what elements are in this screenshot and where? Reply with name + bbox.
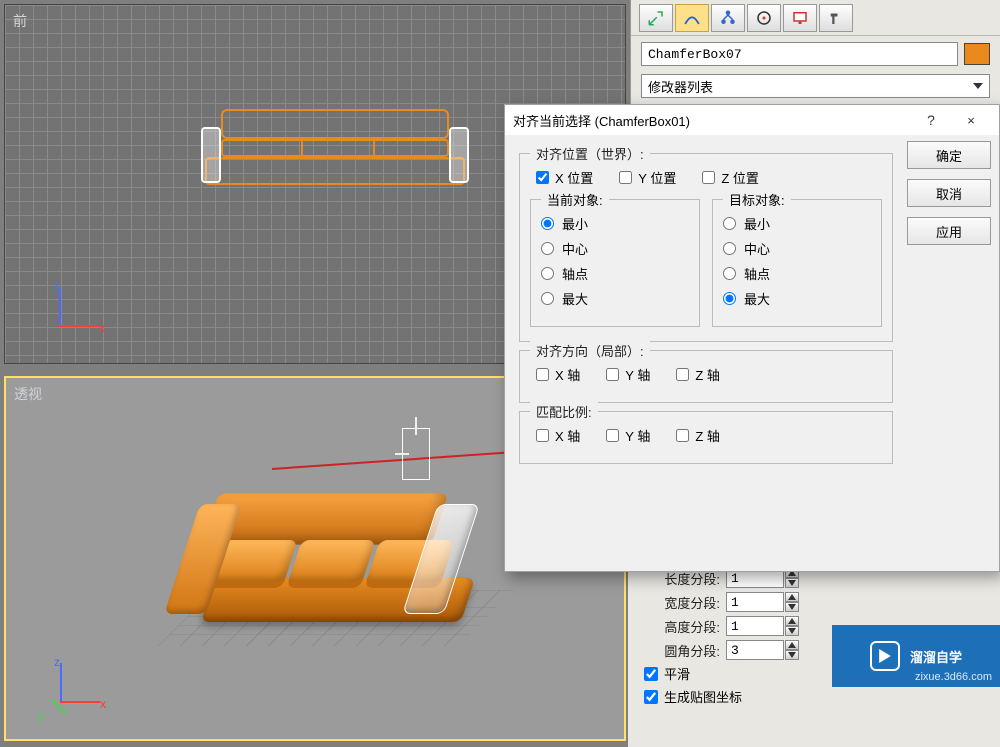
target-center[interactable]: 中心: [723, 239, 871, 258]
spin-down-icon[interactable]: [785, 626, 799, 636]
watermark-text: 溜溜自学: [910, 647, 962, 666]
motion-icon: [755, 9, 773, 27]
height-seg-spinner[interactable]: [726, 616, 799, 636]
arrow-icon: [647, 9, 665, 27]
spin-up-icon[interactable]: [785, 616, 799, 626]
axis-gizmo-persp: z x y: [32, 657, 92, 717]
orient-x[interactable]: X 轴: [536, 365, 580, 384]
sofa-wireframe: [205, 109, 465, 187]
viewport-label-persp: 透视: [14, 384, 42, 404]
spin-up-icon[interactable]: [785, 592, 799, 602]
ok-button[interactable]: 确定: [907, 141, 991, 169]
watermark-sub: zixue.3d66.com: [915, 671, 992, 683]
height-seg-input[interactable]: [726, 616, 784, 636]
spin-down-icon[interactable]: [785, 578, 799, 588]
orient-z[interactable]: Z 轴: [676, 365, 720, 384]
orient-y[interactable]: Y 轴: [606, 365, 650, 384]
dialog-title: 对齐当前选择 (ChamferBox01): [513, 111, 911, 130]
width-seg-input[interactable]: [726, 592, 784, 612]
fillet-seg-input[interactable]: [726, 640, 784, 660]
current-max[interactable]: 最大: [541, 289, 689, 308]
spin-up-icon[interactable]: [785, 640, 799, 650]
object-name-input[interactable]: [641, 42, 958, 66]
target-pivot[interactable]: 轴点: [723, 264, 871, 283]
scale-y[interactable]: Y 轴: [606, 426, 650, 445]
tab-motion[interactable]: [747, 4, 781, 32]
watermark: 溜溜自学 zixue.3d66.com: [832, 625, 1000, 687]
modifier-list-combo[interactable]: 修改器列表: [641, 74, 990, 98]
current-min[interactable]: 最小: [541, 214, 689, 233]
arc-icon: [683, 9, 701, 27]
dialog-help-button[interactable]: ?: [911, 106, 951, 134]
group-orient-legend: 对齐方向（局部）:: [530, 341, 650, 360]
viewport-label-front: 前: [13, 11, 27, 31]
align-dialog: 对齐当前选择 (ChamferBox01) ? × 确定 取消 应用 对齐位置（…: [504, 104, 1000, 572]
scale-z[interactable]: Z 轴: [676, 426, 720, 445]
hierarchy-icon: [719, 9, 737, 27]
spin-down-icon[interactable]: [785, 602, 799, 612]
tab-create[interactable]: [639, 4, 673, 32]
current-pivot[interactable]: 轴点: [541, 264, 689, 283]
command-panel-tabs: [631, 0, 1000, 36]
tab-modify[interactable]: [675, 4, 709, 32]
close-icon: ×: [967, 113, 975, 128]
cancel-button[interactable]: 取消: [907, 179, 991, 207]
target-min[interactable]: 最小: [723, 214, 871, 233]
smooth-checkbox[interactable]: [644, 667, 658, 681]
sofa-3d: [186, 448, 506, 668]
height-seg-label: 高度分段:: [638, 617, 720, 636]
scale-x[interactable]: X 轴: [536, 426, 580, 445]
width-seg-label: 宽度分段:: [638, 593, 720, 612]
fillet-seg-spinner[interactable]: [726, 640, 799, 660]
dialog-titlebar[interactable]: 对齐当前选择 (ChamferBox01) ? ×: [505, 105, 999, 135]
tab-utilities[interactable]: [819, 4, 853, 32]
ypos-check[interactable]: Y 位置: [619, 168, 676, 187]
width-seg-spinner[interactable]: [726, 592, 799, 612]
modifier-list-label: 修改器列表: [648, 77, 713, 96]
genuv-checkbox[interactable]: [644, 690, 658, 704]
apply-button[interactable]: 应用: [907, 217, 991, 245]
hammer-icon: [827, 9, 845, 27]
play-icon: [870, 641, 900, 671]
target-legend: 目标对象:: [723, 190, 791, 209]
xpos-check[interactable]: X 位置: [536, 168, 593, 187]
current-center[interactable]: 中心: [541, 239, 689, 258]
smooth-label: 平滑: [664, 664, 690, 683]
chevron-down-icon: [973, 83, 983, 89]
dialog-close-button[interactable]: ×: [951, 106, 991, 134]
target-max[interactable]: 最大: [723, 289, 871, 308]
genuv-label: 生成贴图坐标: [664, 687, 742, 706]
group-position-legend: 对齐位置（世界）:: [530, 144, 650, 163]
fillet-seg-label: 圆角分段:: [638, 641, 720, 660]
group-scale-legend: 匹配比例:: [530, 402, 598, 421]
current-legend: 当前对象:: [541, 190, 609, 209]
transform-gizmo[interactable]: [402, 428, 430, 480]
spin-down-icon[interactable]: [785, 650, 799, 660]
zpos-check[interactable]: Z 位置: [702, 168, 759, 187]
object-color-swatch[interactable]: [964, 43, 990, 65]
axis-gizmo-front: z x: [31, 281, 91, 341]
tab-display[interactable]: [783, 4, 817, 32]
tab-hierarchy[interactable]: [711, 4, 745, 32]
display-icon: [791, 9, 809, 27]
